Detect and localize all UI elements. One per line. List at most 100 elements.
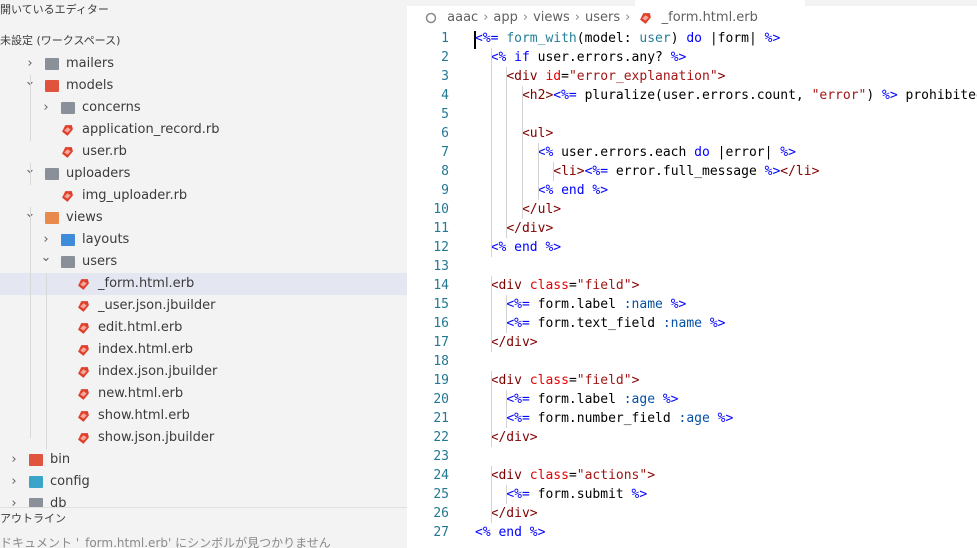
code-token: do	[694, 145, 710, 160]
tree-item-label: concerns	[82, 100, 141, 115]
line-number: 6	[441, 126, 449, 141]
code-line[interactable]: 7 <% user.errors.each do |error| %>	[407, 143, 977, 162]
file-item[interactable]: index.json.jbuilder	[0, 361, 407, 383]
code-line[interactable]: 17 </div>	[407, 333, 977, 352]
code-line[interactable]: 22 </div>	[407, 428, 977, 447]
line-number: 20	[433, 392, 449, 407]
code-line[interactable]: 27 <% end %>	[407, 523, 977, 542]
code-line[interactable]: 23	[407, 447, 977, 466]
line-number: 13	[433, 259, 449, 274]
code-line[interactable]: 12 <% end %>	[407, 238, 977, 257]
code-token: form.label	[529, 392, 624, 407]
code-token: </li>	[780, 164, 820, 179]
workspace-header[interactable]: 未設定 (ワークスペース)	[0, 31, 120, 50]
folder-item[interactable]: › layouts	[0, 229, 407, 251]
code-token: |form|	[702, 31, 765, 46]
code-line[interactable]: 6 <ul>	[407, 124, 977, 143]
open-editors-header[interactable]: 開いているエディター	[0, 0, 407, 19]
code-token: <div	[506, 69, 538, 84]
chevron-right-icon: ›	[522, 10, 529, 25]
code-line[interactable]: 14 <div class="field">	[407, 276, 977, 295]
code-line[interactable]: 9 <% end %>	[407, 181, 977, 200]
ruby-file-icon	[78, 323, 89, 334]
code-line[interactable]: 18	[407, 352, 977, 371]
code-line[interactable]: 13	[407, 257, 977, 276]
code-token: %>	[717, 411, 734, 426]
code-token: "error"	[811, 88, 867, 103]
folder-item[interactable]: ⌄ users	[0, 250, 407, 273]
code-token: %>	[764, 164, 781, 179]
code-token: %>	[662, 392, 679, 407]
folder-item[interactable]: ⌄models	[0, 74, 407, 97]
code-line[interactable]: 15 <%= form.label :name %>	[407, 295, 977, 314]
code-line[interactable]: 2 <% if user.errors.any? %>	[407, 48, 977, 67]
code-line[interactable]: 5	[407, 105, 977, 124]
tree-item-label: uploaders	[66, 166, 131, 181]
code-line[interactable]: 20 <%= form.label :age %>	[407, 390, 977, 409]
file-item[interactable]: application_record.rb	[0, 119, 407, 141]
code-line[interactable]: 8 <li><%= error.full_message %></li>	[407, 162, 977, 181]
breadcrumb-item-aaac[interactable]: aaac	[447, 10, 478, 25]
code-token: %>	[670, 50, 687, 65]
folder-item[interactable]: › mailers	[0, 53, 407, 75]
code-editor[interactable]: aaac › app › views › users › _form.html.erb 1 <%…	[407, 0, 977, 548]
code-line[interactable]: 16 <%= form.text_field :name %>	[407, 314, 977, 333]
folder-item[interactable]: › bin	[0, 449, 407, 471]
outline-header[interactable]: アウトライン	[0, 507, 407, 530]
file-item[interactable]: new.html.erb	[0, 383, 407, 405]
breadcrumb-item-users[interactable]: users	[585, 10, 620, 25]
line-number: 12	[433, 240, 449, 255]
file-item[interactable]: show.json.jbuilder	[0, 427, 407, 449]
file-item[interactable]: show.html.erb	[0, 405, 407, 427]
code-token: <%=	[553, 88, 577, 103]
breadcrumb-root-icon	[425, 12, 437, 24]
code-line[interactable]: 10 </ul>	[407, 200, 977, 219]
line-number: 7	[441, 145, 449, 160]
tree-item-label: index.html.erb	[98, 342, 194, 357]
code-line[interactable]: 21 <%= form.number_field :age %>	[407, 409, 977, 428]
ruby-file-icon	[78, 367, 89, 378]
code-line[interactable]: 11 </div>	[407, 219, 977, 238]
code-token: =	[568, 373, 577, 388]
breadcrumb-item-file[interactable]: _form.html.erb	[662, 10, 758, 25]
code-line[interactable]: 4 <h2><%= pluralize(user.errors.count, "…	[407, 86, 977, 105]
code-token: <ul>	[521, 126, 554, 141]
code-indent-guide	[553, 162, 555, 181]
code-line[interactable]: 24 <div class="actions">	[407, 466, 977, 485]
code-token: =	[568, 468, 577, 483]
code-line[interactable]: 19 <div class="field">	[407, 371, 977, 390]
code-token: user.errors.any?	[529, 50, 671, 65]
file-item[interactable]: img_uploader.rb	[0, 185, 407, 207]
code-text: <div id="error_explanation">	[475, 67, 725, 86]
code-text: </div>	[475, 219, 553, 238]
folder-item[interactable]: › config	[0, 471, 407, 493]
chevron-down-icon[interactable]: ⌄	[40, 247, 52, 269]
code-line[interactable]: 3 <div id="error_explanation">	[407, 67, 977, 86]
breadcrumb-item-views[interactable]: views	[533, 10, 570, 25]
code-token: <%=	[506, 316, 530, 331]
folder-item[interactable]: ⌄views	[0, 206, 407, 229]
code-line[interactable]: 1 <%= form_with(model: user) do |form| %>	[407, 29, 977, 48]
chevron-right-icon[interactable]: ›	[8, 449, 20, 471]
code-token: "field"	[576, 373, 632, 388]
code-line[interactable]: 26 </div>	[407, 504, 977, 523]
chevron-right-icon[interactable]: ›	[40, 97, 52, 119]
code-line[interactable]: 25 <%= form.submit %>	[407, 485, 977, 504]
breadcrumb-item-app[interactable]: app	[493, 10, 517, 25]
line-number: 24	[433, 468, 449, 483]
folder-item[interactable]: ⌄uploaders	[0, 162, 407, 185]
file-item[interactable]: _form.html.erb	[0, 273, 407, 295]
tree-item-label: new.html.erb	[98, 386, 184, 401]
folder-item[interactable]: › concerns	[0, 97, 407, 119]
line-number: 23	[433, 449, 449, 464]
file-item[interactable]: index.html.erb	[0, 339, 407, 361]
code-text: <%= form.text_field :name %>	[475, 314, 725, 333]
file-item[interactable]: _user.json.jbuilder	[0, 295, 407, 317]
code-token: :name	[623, 297, 663, 312]
chevron-right-icon[interactable]: ›	[8, 471, 20, 493]
file-item[interactable]: edit.html.erb	[0, 317, 407, 339]
file-item[interactable]: user.rb	[0, 141, 407, 163]
